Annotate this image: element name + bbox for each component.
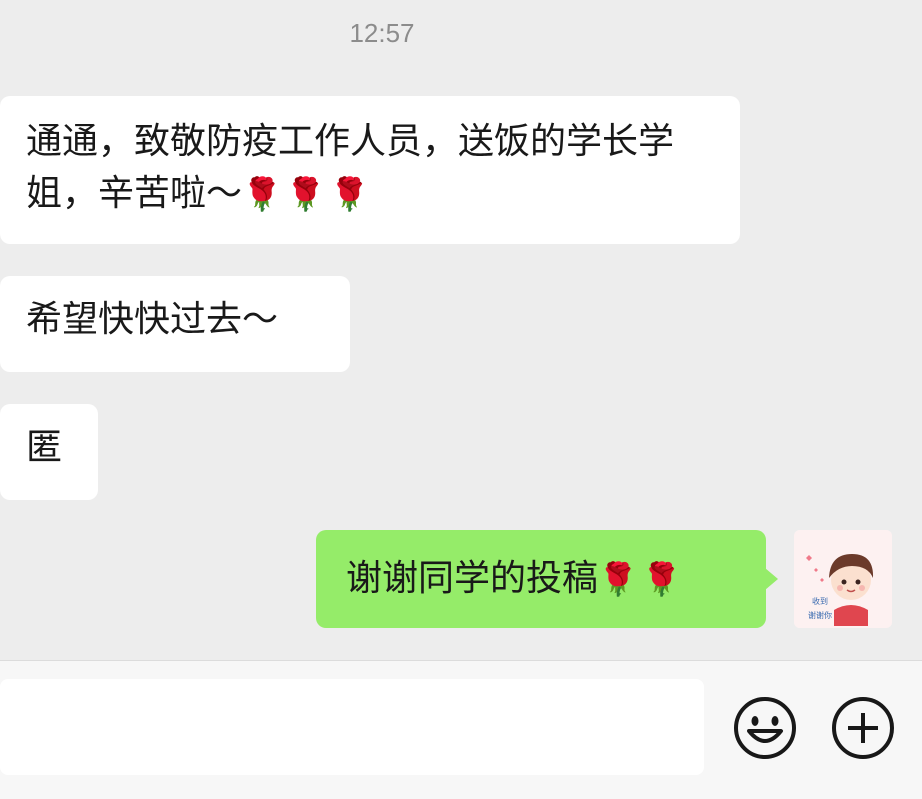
message-input[interactable]	[0, 679, 704, 775]
received-message-bubble[interactable]: 希望快快过去～	[0, 276, 350, 372]
bubble-tail	[765, 568, 778, 590]
avatar-caption-2: 谢谢你	[808, 610, 832, 620]
avatar-caption-1: 收到	[812, 596, 828, 606]
received-message-bubble[interactable]: 匿	[0, 404, 98, 500]
message-text: 谢谢同学的投稿	[346, 558, 599, 599]
input-toolbar	[0, 660, 922, 799]
tulip-emoji: 🌹🌹🌹	[242, 175, 374, 213]
received-message-bubble[interactable]: 通通，致敬防疫工作人员，送饭的学长学姐，辛苦啦～🌹🌹🌹	[0, 96, 740, 244]
avatar[interactable]: 收到 谢谢你	[794, 530, 892, 628]
tulip-emoji: 🌹🌹	[598, 560, 686, 598]
smiley-icon[interactable]	[732, 695, 798, 761]
sent-message-bubble[interactable]: 谢谢同学的投稿🌹🌹	[316, 530, 766, 628]
message-text: 匿	[26, 427, 63, 468]
avatar-image: 收到 谢谢你	[794, 530, 892, 628]
message-timestamp: 12:57	[349, 18, 415, 48]
plus-circle-icon[interactable]	[830, 695, 896, 761]
message-text: 希望快快过去～	[26, 299, 279, 340]
